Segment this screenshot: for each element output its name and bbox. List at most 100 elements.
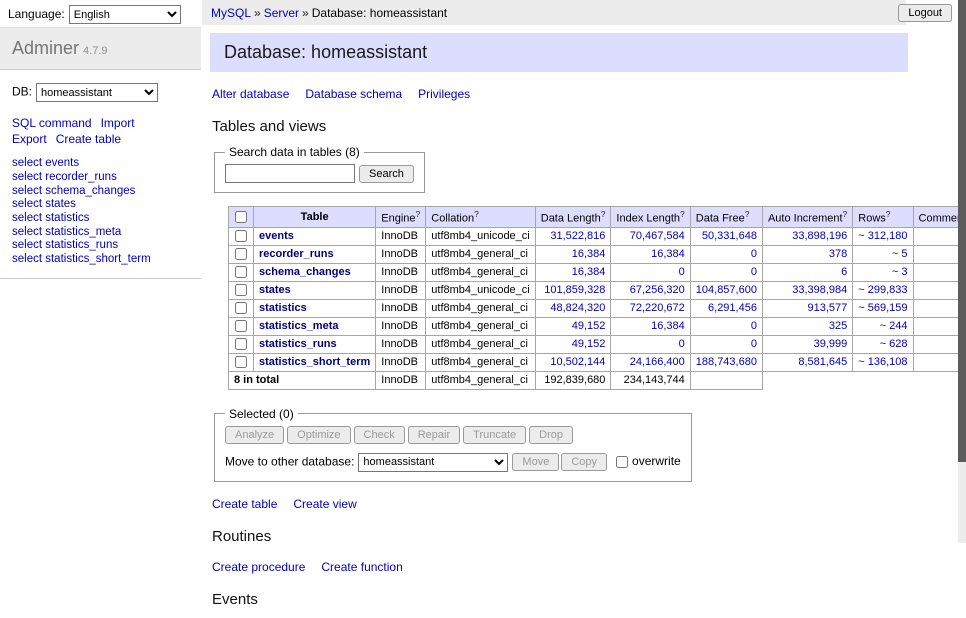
value-link[interactable]: 24,166,400 xyxy=(630,356,685,368)
analyze-button[interactable]: Analyze xyxy=(225,426,284,444)
value-link[interactable]: ~ 244 xyxy=(880,320,908,332)
value-link[interactable]: 16,384 xyxy=(651,248,685,260)
import-link[interactable]: Import xyxy=(101,116,135,130)
database-schema-link[interactable]: Database schema xyxy=(305,87,402,101)
value-link[interactable]: 33,398,984 xyxy=(792,284,847,296)
row-select-checkbox[interactable] xyxy=(235,266,247,278)
value-link[interactable]: 16,384 xyxy=(651,320,685,332)
table-name-link[interactable]: events xyxy=(259,230,294,242)
move-button[interactable]: Move xyxy=(512,453,559,471)
vertical-scrollbar[interactable] xyxy=(958,0,966,543)
cell-data-free: 50,331,648 xyxy=(690,227,762,245)
value-link[interactable]: 6,291,456 xyxy=(708,302,757,314)
overwrite-checkbox[interactable] xyxy=(616,456,628,468)
value-link[interactable]: 16,384 xyxy=(572,248,606,260)
truncate-button[interactable]: Truncate xyxy=(463,426,526,444)
value-link[interactable]: 325 xyxy=(829,320,847,332)
table-name-link[interactable]: statistics xyxy=(259,302,307,314)
row-select-checkbox[interactable] xyxy=(235,248,247,260)
row-select-checkbox[interactable] xyxy=(235,338,247,350)
value-link[interactable]: ~ 136,108 xyxy=(858,356,907,368)
routines-section-title: Routines xyxy=(212,528,908,545)
sidebar-link-statistics-meta[interactable]: select statistics_meta xyxy=(12,226,121,238)
search-input[interactable] xyxy=(225,164,355,183)
repair-button[interactable]: Repair xyxy=(408,426,460,444)
sidebar-link-recorder-runs[interactable]: select recorder_runs xyxy=(12,171,117,183)
value-link[interactable]: 33,898,196 xyxy=(792,230,847,242)
value-link[interactable]: 72,220,672 xyxy=(630,302,685,314)
table-name-link[interactable]: statistics_short_term xyxy=(259,356,370,368)
check-button[interactable]: Check xyxy=(354,426,405,444)
create-table-link[interactable]: Create table xyxy=(212,497,277,511)
value-link[interactable]: ~ 5 xyxy=(892,248,908,260)
row-select-checkbox[interactable] xyxy=(235,356,247,368)
value-link[interactable]: 70,467,584 xyxy=(630,230,685,242)
value-link[interactable]: 39,999 xyxy=(814,338,848,350)
cell-index-length: 70,467,584 xyxy=(611,227,690,245)
row-select-checkbox[interactable] xyxy=(235,320,247,332)
value-link[interactable]: 16,384 xyxy=(572,266,606,278)
move-db-select[interactable]: homeassistant xyxy=(358,453,508,472)
row-select-checkbox[interactable] xyxy=(235,284,247,296)
value-link[interactable]: 0 xyxy=(751,266,757,278)
alter-database-link[interactable]: Alter database xyxy=(212,87,289,101)
value-link[interactable]: 378 xyxy=(829,248,847,260)
value-link[interactable]: 48,824,320 xyxy=(550,302,605,314)
create-function-link[interactable]: Create function xyxy=(321,560,402,574)
sidebar-link-schema-changes[interactable]: select schema_changes xyxy=(12,185,135,197)
value-link[interactable]: 0 xyxy=(679,338,685,350)
optimize-button[interactable]: Optimize xyxy=(287,426,350,444)
cell-rows: ~ 299,833 xyxy=(853,281,913,299)
table-name-link[interactable]: statistics_runs xyxy=(259,338,337,350)
value-link[interactable]: 6 xyxy=(841,266,847,278)
value-link[interactable]: ~ 299,833 xyxy=(858,284,907,296)
db-select[interactable]: homeassistant xyxy=(36,83,158,102)
sidebar-link-statistics-short-term[interactable]: select statistics_short_term xyxy=(12,253,151,265)
search-button[interactable]: Search xyxy=(359,165,414,183)
value-link[interactable]: 0 xyxy=(679,266,685,278)
sidebar-link-statistics-runs[interactable]: select statistics_runs xyxy=(12,239,118,251)
search-fieldset: Search data in tables (8) Search xyxy=(214,145,425,193)
value-link[interactable]: 49,152 xyxy=(572,320,606,332)
create-table-sidebar-link[interactable]: Create table xyxy=(56,132,121,146)
sidebar-link-events[interactable]: select events xyxy=(12,157,79,169)
value-link[interactable]: 50,331,648 xyxy=(702,230,757,242)
scrollbar-thumb[interactable] xyxy=(958,0,966,462)
breadcrumb-mysql-link[interactable]: MySQL xyxy=(211,6,251,20)
row-select-checkbox[interactable] xyxy=(235,230,247,242)
table-name-link[interactable]: statistics_meta xyxy=(259,320,339,332)
drop-button[interactable]: Drop xyxy=(529,426,573,444)
language-select[interactable]: English xyxy=(69,5,181,24)
value-link[interactable]: 188,743,680 xyxy=(696,356,757,368)
value-link[interactable]: 67,256,320 xyxy=(630,284,685,296)
row-select-checkbox[interactable] xyxy=(235,302,247,314)
select-all-checkbox[interactable] xyxy=(235,211,247,223)
value-link[interactable]: 10,502,144 xyxy=(550,356,605,368)
table-name-link[interactable]: recorder_runs xyxy=(259,248,334,260)
logout-button[interactable]: Logout xyxy=(898,4,952,22)
export-link[interactable]: Export xyxy=(12,132,47,146)
sidebar-link-states[interactable]: select states xyxy=(12,198,76,210)
value-link[interactable]: 104,857,600 xyxy=(696,284,757,296)
value-link[interactable]: 0 xyxy=(751,338,757,350)
value-link[interactable]: ~ 628 xyxy=(880,338,908,350)
value-link[interactable]: ~ 3 xyxy=(892,266,908,278)
value-link[interactable]: 8,581,645 xyxy=(798,356,847,368)
value-link[interactable]: ~ 569,159 xyxy=(858,302,907,314)
value-link[interactable]: 0 xyxy=(751,248,757,260)
value-link[interactable]: 49,152 xyxy=(572,338,606,350)
value-link[interactable]: ~ 312,180 xyxy=(858,230,907,242)
copy-button[interactable]: Copy xyxy=(561,453,607,471)
create-view-link[interactable]: Create view xyxy=(293,497,356,511)
table-name-link[interactable]: schema_changes xyxy=(259,266,351,278)
value-link[interactable]: 913,577 xyxy=(808,302,848,314)
value-link[interactable]: 101,859,328 xyxy=(544,284,605,296)
privileges-link[interactable]: Privileges xyxy=(418,87,470,101)
create-procedure-link[interactable]: Create procedure xyxy=(212,560,305,574)
sidebar-link-statistics[interactable]: select statistics xyxy=(12,212,89,224)
sql-command-link[interactable]: SQL command xyxy=(12,116,92,130)
table-name-link[interactable]: states xyxy=(259,284,291,296)
value-link[interactable]: 31,522,816 xyxy=(550,230,605,242)
breadcrumb-server-link[interactable]: Server xyxy=(264,6,299,20)
value-link[interactable]: 0 xyxy=(751,320,757,332)
